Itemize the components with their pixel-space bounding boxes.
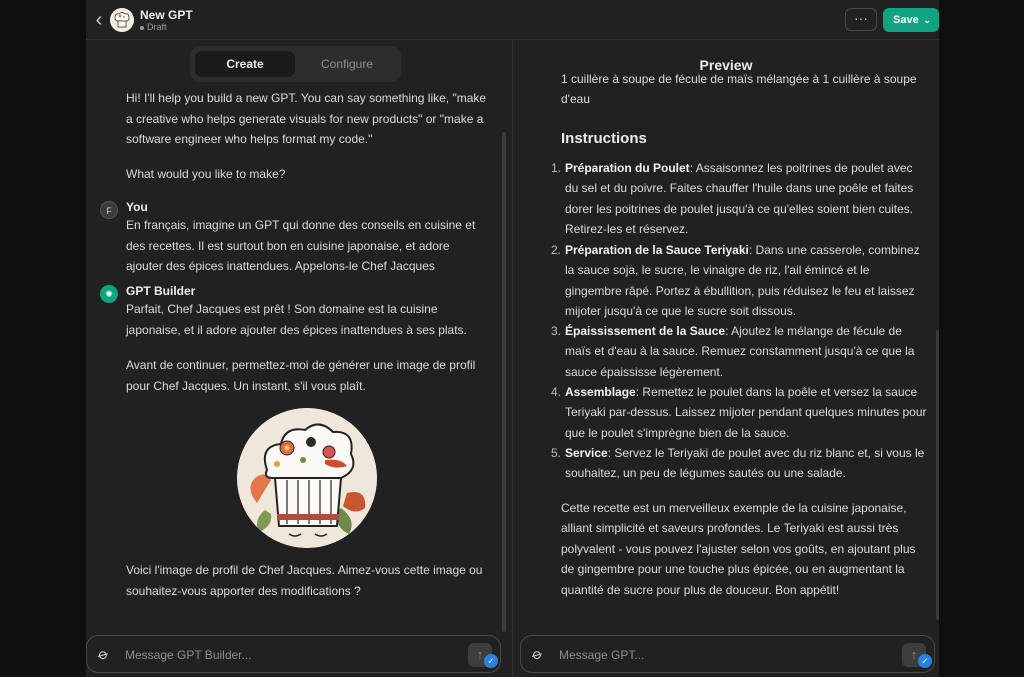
- more-options-button[interactable]: ···: [845, 8, 877, 31]
- preview-title: Preview: [699, 57, 753, 73]
- instruction-step: 2. Préparation de la Sauce Teriyaki: Dan…: [543, 240, 928, 322]
- preview-message-input[interactable]: [559, 645, 889, 665]
- check-badge-icon: ✓: [918, 654, 932, 668]
- user-message: En français, imagine un GPT qui donne de…: [126, 218, 476, 273]
- gpt-editor: ‹ New GPT Draft ··· Save ⌄ Create Config…: [86, 0, 939, 677]
- instruction-step: 4. Assemblage: Remettez le poulet dans l…: [543, 382, 928, 443]
- tab-create[interactable]: Create: [195, 51, 295, 77]
- builder-chat: Hi! I'll help you build a new GPT. You c…: [86, 86, 512, 631]
- save-button[interactable]: Save ⌄: [883, 8, 939, 32]
- top-bar: ‹ New GPT Draft ··· Save ⌄: [86, 0, 939, 40]
- builder-name: GPT Builder: [126, 284, 196, 298]
- back-chevron-icon[interactable]: ‹: [89, 9, 109, 31]
- builder-message-box: ⌀ ↑ ✓: [86, 635, 501, 673]
- user-avatar: F: [100, 201, 118, 219]
- step-title: Préparation de la Sauce Teriyaki: [565, 243, 749, 257]
- save-label: Save: [893, 14, 919, 26]
- gpt-title: New GPT: [140, 8, 193, 22]
- paperclip-icon[interactable]: ⌀: [529, 644, 546, 664]
- paperclip-icon[interactable]: ⌀: [95, 644, 112, 664]
- gpt-avatar: [110, 8, 134, 32]
- step-number: 3.: [550, 324, 561, 338]
- builder-message-2: Avant de continuer, permettez-moi de gén…: [126, 358, 476, 393]
- step-number: 5.: [550, 446, 561, 460]
- closing-paragraph: Cette recette est un merveilleux exemple…: [561, 501, 916, 597]
- gpt-builder-logo-icon: ✺: [100, 285, 118, 303]
- mode-tabs: Create Configure: [190, 46, 401, 82]
- builder-message-1: Parfait, Chef Jacques est prêt ! Son dom…: [126, 302, 467, 337]
- builder-message-3: Voici l'image de profil de Chef Jacques.…: [126, 563, 483, 598]
- step-title: Assemblage: [565, 385, 636, 399]
- builder-message-input[interactable]: [125, 645, 455, 665]
- left-scrollbar[interactable]: [502, 132, 506, 632]
- builder-question: What would you like to make?: [126, 167, 286, 181]
- preview-message-box: ⌀ ↑ ✓: [520, 635, 935, 673]
- right-scrollbar[interactable]: [936, 330, 939, 620]
- instruction-step: 1. Préparation du Poulet: Assaisonnez le…: [543, 158, 928, 240]
- instructions-heading: Instructions: [561, 130, 647, 147]
- partial-ingredient-text: 1 cuillère à soupe de fécule de maïs mél…: [561, 74, 917, 107]
- step-title: Épaississement de la Sauce: [565, 324, 726, 338]
- step-number: 2.: [550, 243, 561, 257]
- draft-label: Draft: [147, 22, 167, 32]
- step-title: Préparation du Poulet: [565, 161, 690, 175]
- tab-configure[interactable]: Configure: [297, 51, 397, 77]
- step-title: Service: [565, 446, 608, 460]
- draft-status: Draft: [140, 22, 167, 32]
- check-badge-icon: ✓: [484, 654, 498, 668]
- user-name: You: [126, 200, 148, 214]
- step-text: : Servez le Teriyaki de poulet avec du r…: [565, 446, 925, 481]
- chevron-down-icon: ⌄: [923, 15, 931, 25]
- step-number: 1.: [550, 161, 561, 175]
- instruction-step: 3. Épaississement de la Sauce: Ajoutez l…: [543, 321, 928, 382]
- step-number: 4.: [550, 385, 561, 399]
- builder-intro: Hi! I'll help you build a new GPT. You c…: [126, 91, 487, 146]
- chef-profile-image: [237, 408, 377, 548]
- preview-chat: 1 cuillère à soupe de fécule de maïs mél…: [513, 74, 939, 630]
- instruction-step: 5. Service: Servez le Teriyaki de poulet…: [543, 443, 928, 484]
- status-dot-icon: [140, 25, 144, 30]
